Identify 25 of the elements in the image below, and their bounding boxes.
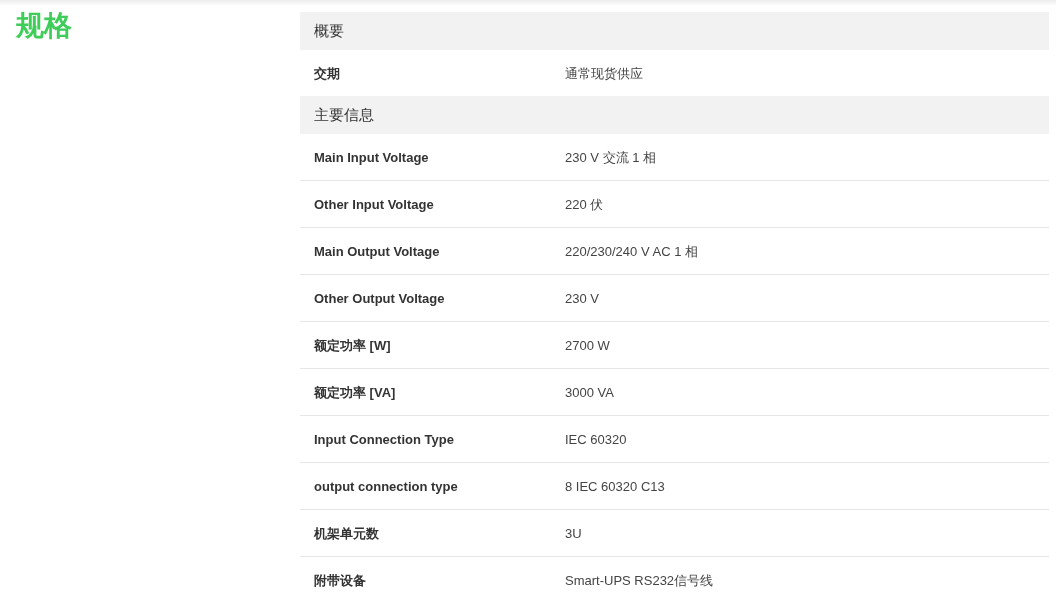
spec-value: 220 伏 bbox=[565, 197, 604, 212]
spec-label: 交期 bbox=[314, 66, 340, 81]
spec-label: Other Output Voltage bbox=[314, 291, 445, 306]
spec-value: Smart-UPS RS232信号线 bbox=[565, 573, 714, 588]
spec-value: 8 IEC 60320 C13 bbox=[565, 479, 665, 494]
spec-label: output connection type bbox=[314, 479, 458, 494]
spec-label: Other Input Voltage bbox=[314, 197, 434, 212]
section-heading: 主要信息 bbox=[314, 104, 374, 125]
spec-value: 通常现货供应 bbox=[565, 66, 643, 81]
spec-value: 2700 W bbox=[565, 338, 610, 353]
spec-value: 230 V 交流 1 相 bbox=[565, 150, 657, 165]
section-heading: 概要 bbox=[314, 20, 344, 41]
spec-label: 附带设备 bbox=[314, 573, 366, 588]
spec-value: 3U bbox=[565, 526, 582, 541]
spec-label: 机架单元数 bbox=[314, 526, 379, 541]
spec-label: 额定功率 [VA] bbox=[314, 385, 396, 400]
spec-label: Main Input Voltage bbox=[314, 150, 429, 165]
spec-label: Input Connection Type bbox=[314, 432, 454, 447]
section-title: 规格 bbox=[16, 9, 72, 43]
spec-value: 230 V bbox=[565, 291, 599, 306]
spec-label: 额定功率 [W] bbox=[314, 338, 391, 353]
spec-value: 220/230/240 V AC 1 相 bbox=[565, 244, 698, 259]
spec-label: Main Output Voltage bbox=[314, 244, 440, 259]
spec-value: IEC 60320 bbox=[565, 432, 627, 447]
spec-value: 3000 VA bbox=[565, 385, 614, 400]
